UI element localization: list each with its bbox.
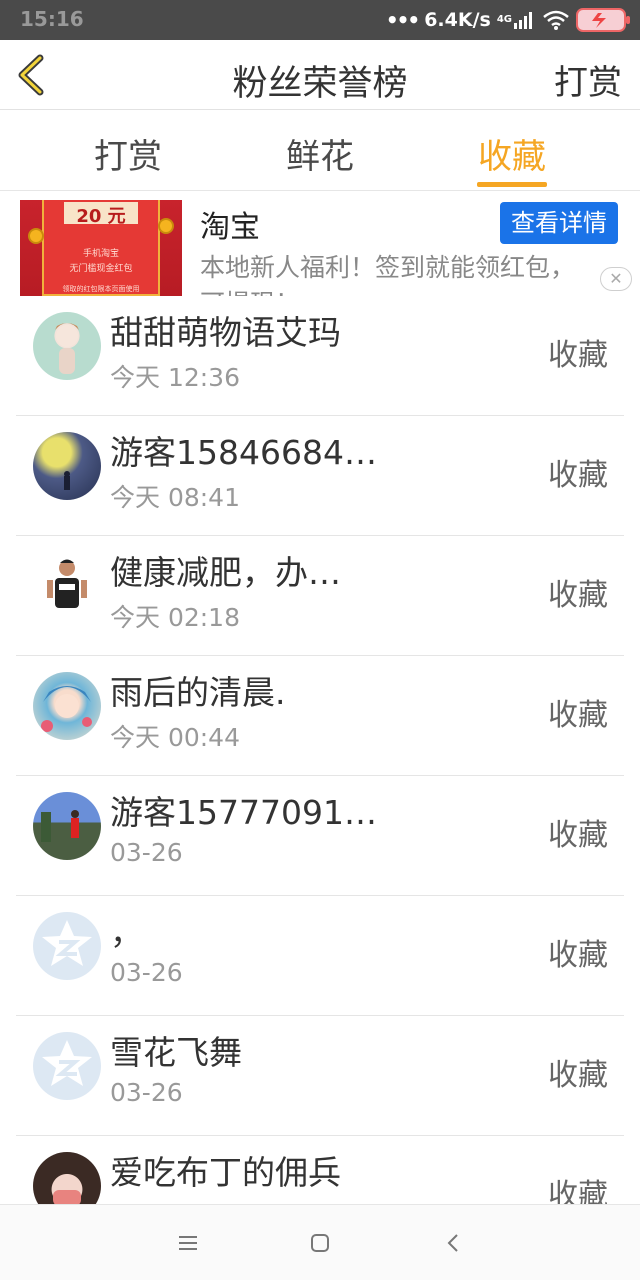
fan-name: 游客15777091…: [110, 793, 377, 832]
menu-button[interactable]: [176, 1231, 200, 1255]
ad-description: 本地新人福利！签到就能领红包，: [200, 253, 576, 282]
avatar[interactable]: [33, 792, 101, 860]
avatar[interactable]: [33, 1032, 101, 1100]
avatar[interactable]: [33, 672, 101, 740]
avatar[interactable]: [33, 552, 101, 620]
avatar[interactable]: [33, 1152, 101, 1204]
home-icon: [311, 1234, 329, 1252]
ad-thumbnail[interactable]: 20 元 手机淘宝 无门槛现金红包 领取的红包限本页面使用: [20, 200, 182, 296]
reward-button[interactable]: 打赏: [554, 55, 622, 104]
list-item[interactable]: 游客15846684… 今天 08:41 收藏: [16, 416, 624, 536]
tab-reward[interactable]: 打赏: [78, 129, 178, 178]
fan-action-label: 收藏: [548, 578, 608, 613]
page-title: 粉丝荣誉榜: [232, 64, 408, 104]
signal-icon: [514, 12, 532, 29]
ad-brand: 淘宝: [200, 210, 260, 245]
avatar[interactable]: [33, 912, 101, 980]
fan-action-label: 收藏: [548, 338, 608, 373]
list-item[interactable]: 甜甜萌物语艾玛 今天 12:36 收藏: [16, 296, 624, 416]
fan-name: 甜甜萌物语艾玛: [110, 313, 341, 352]
fan-time: 今天 02:18: [110, 603, 240, 632]
ad-thumb-line3: 领取的红包限本页面使用: [62, 285, 140, 293]
system-nav-bar: [0, 1204, 640, 1280]
network-speed: 6.4K/s: [424, 9, 491, 31]
more-dots-icon: •••: [385, 8, 420, 32]
status-bar: 15:16 ••• 6.4K/s 4G: [0, 0, 640, 40]
fan-list[interactable]: 甜甜萌物语艾玛 今天 12:36 收藏 游客15846684… 今天 08:41…: [0, 296, 640, 1204]
fan-name: 雨后的清晨.: [110, 673, 286, 712]
list-item[interactable]: ， 03-26 收藏: [16, 896, 624, 1016]
fan-time: 今天 12:36: [110, 363, 240, 392]
fan-time: 03-26: [110, 958, 183, 987]
list-item[interactable]: 游客15777091… 03-26 收藏: [16, 776, 624, 896]
home-button[interactable]: [308, 1231, 332, 1255]
status-icons: ••• 6.4K/s 4G: [385, 6, 630, 34]
list-item[interactable]: 健康减肥，办… 今天 02:18 收藏: [16, 536, 624, 656]
avatar[interactable]: [33, 432, 101, 500]
fan-action-label: 收藏: [548, 458, 608, 493]
fan-name: ，: [110, 913, 143, 952]
fan-name: 游客15846684…: [110, 433, 377, 472]
tab-flowers[interactable]: 鲜花: [270, 129, 370, 178]
network-type: 4G: [496, 14, 512, 25]
ad-thumb-line2: 无门槛现金红包: [69, 264, 133, 274]
wifi-icon: [543, 10, 569, 30]
ad-banner[interactable]: 20 元 手机淘宝 无门槛现金红包 领取的红包限本页面使用 淘宝 查看详情 本地…: [0, 192, 640, 296]
back-icon: [447, 1234, 458, 1252]
top-app-bar: 粉丝荣誉榜 打赏: [0, 40, 640, 110]
fan-time: 今天 00:44: [110, 723, 240, 752]
ad-description-more: 可提现！: [200, 284, 300, 296]
view-details-button[interactable]: 查看详情: [500, 202, 618, 244]
clock: 15:16: [20, 7, 84, 31]
close-icon: ✕: [609, 269, 623, 288]
coin-icon: [28, 228, 44, 244]
battery-icon: [576, 8, 630, 32]
list-item[interactable]: 雪花飞舞 03-26 收藏: [16, 1016, 624, 1136]
fan-time: 今天 08:41: [110, 483, 240, 512]
fan-action-label: 收藏: [548, 938, 608, 973]
menu-icon: [179, 1236, 197, 1250]
list-item[interactable]: 爱吃布丁的佣兵 收藏: [16, 1136, 624, 1204]
ad-thumb-amount: 20 元: [64, 202, 138, 227]
back-nav-button[interactable]: [442, 1231, 466, 1255]
fan-time: 03-26: [110, 1078, 183, 1107]
red-envelope-image: 20 元 手机淘宝 无门槛现金红包 领取的红包限本页面使用: [42, 200, 160, 296]
fan-time: 03-26: [110, 838, 183, 867]
tab-favorites[interactable]: 收藏: [462, 129, 562, 178]
fan-name: 雪花飞舞: [110, 1033, 242, 1072]
fan-name: 爱吃布丁的佣兵: [110, 1153, 341, 1192]
list-item[interactable]: 雨后的清晨. 今天 00:44 收藏: [16, 656, 624, 776]
avatar[interactable]: [33, 312, 101, 380]
fan-action-label: 收藏: [548, 1058, 608, 1093]
fan-action-label: 收藏: [548, 818, 608, 853]
tab-bar: 打赏 鲜花 收藏: [0, 111, 640, 191]
ad-close-button[interactable]: ✕: [600, 267, 632, 291]
ad-thumb-line1: 手机淘宝: [82, 249, 119, 259]
fan-action-label: 收藏: [548, 698, 608, 733]
coin-icon: [158, 218, 174, 234]
active-tab-indicator: [477, 182, 547, 187]
fan-name: 健康减肥，办…: [110, 553, 341, 592]
fan-action-label: 收藏: [548, 1178, 608, 1204]
